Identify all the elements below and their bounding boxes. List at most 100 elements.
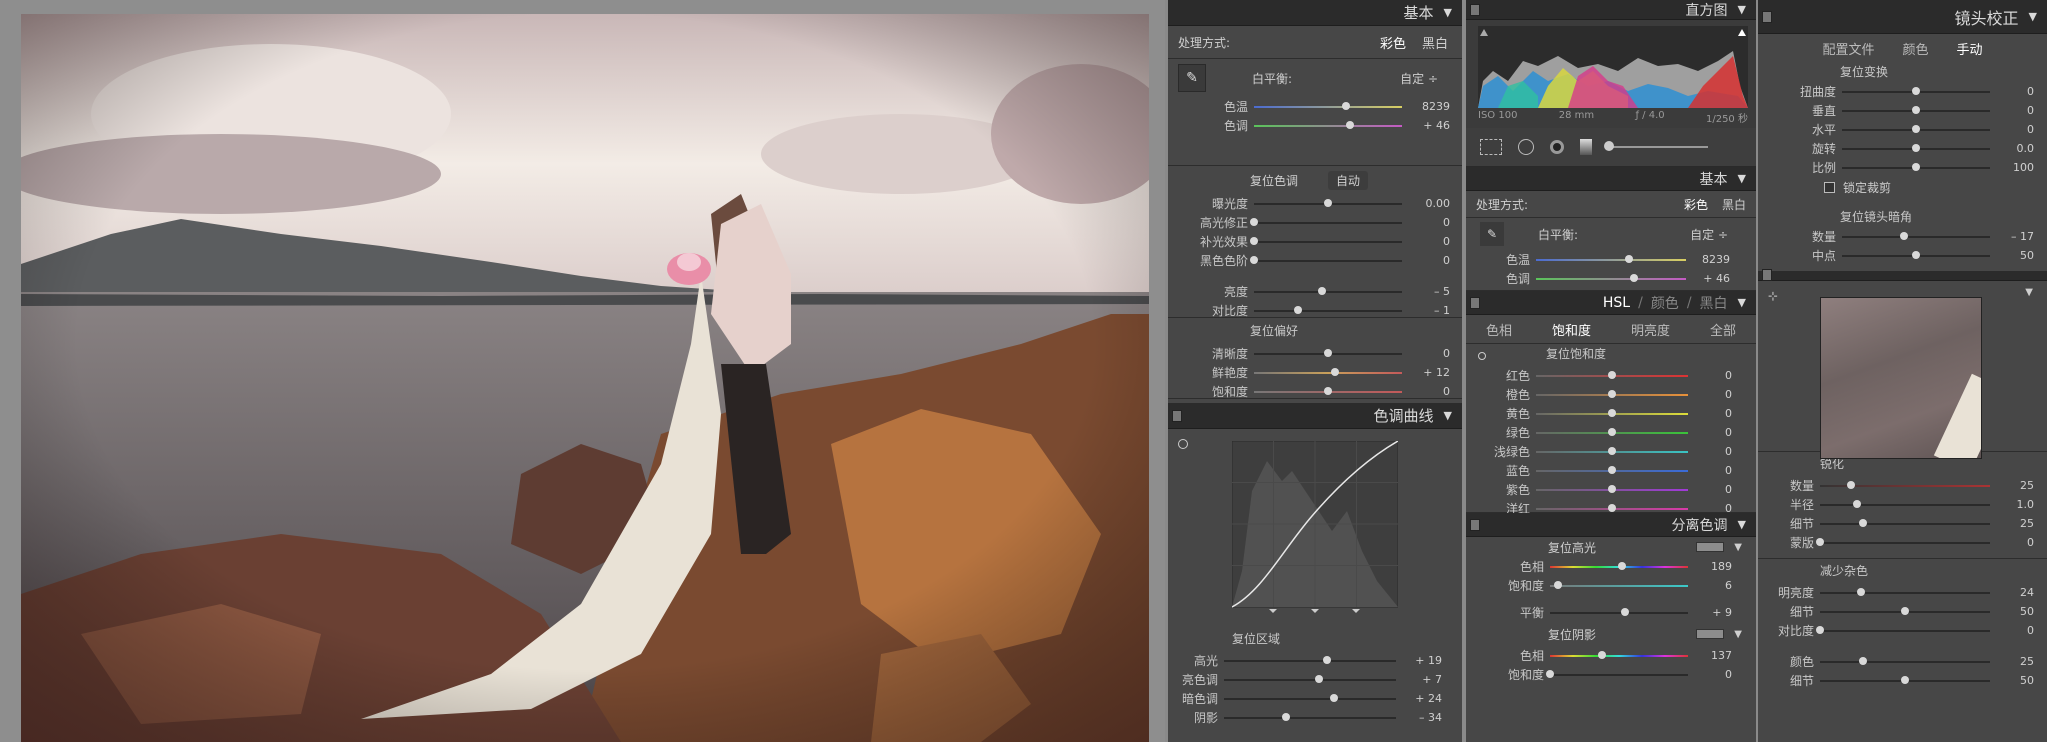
hsl-sub-hue[interactable]: 色相 xyxy=(1486,320,1512,339)
basic2-temp-value[interactable]: 8239 xyxy=(1686,253,1730,266)
blacks-thumb[interactable] xyxy=(1250,255,1258,264)
hsl-row[interactable]: 紫色 0 xyxy=(1466,480,1756,499)
auto-tone-button[interactable]: 自动 xyxy=(1328,170,1369,190)
hsl-row[interactable]: 红色 0 xyxy=(1466,366,1756,385)
detail-disclosure-icon[interactable]: ▼ xyxy=(2025,287,2033,298)
hsl-row-thumb[interactable] xyxy=(1608,370,1616,379)
exposure-thumb[interactable] xyxy=(1324,198,1332,207)
basic2-wb-select[interactable]: 自定 ÷ xyxy=(1690,226,1728,243)
vignette-amount-value[interactable]: – 17 xyxy=(1990,230,2034,243)
hsl-sub-saturation[interactable]: 饱和度 xyxy=(1552,320,1591,339)
hsl-row-track[interactable] xyxy=(1536,427,1688,436)
st-balance-track[interactable] xyxy=(1550,607,1688,616)
sharpen-detail-value[interactable]: 25 xyxy=(1990,517,2034,530)
saturation-thumb[interactable] xyxy=(1324,386,1332,395)
panel-toggle-icon[interactable] xyxy=(1470,296,1480,309)
hsl-row-track[interactable] xyxy=(1536,370,1688,379)
tc-darks-thumb[interactable] xyxy=(1330,693,1339,702)
sharpen-radius-track[interactable] xyxy=(1820,499,1990,508)
collapse-triangle-icon[interactable]: ▼ xyxy=(1738,3,1746,16)
lens-scale-thumb[interactable] xyxy=(1912,162,1920,171)
tc-lights-track[interactable] xyxy=(1224,674,1396,683)
st-sh-hue-track[interactable] xyxy=(1550,650,1688,659)
vignette-midpoint-value[interactable]: 50 xyxy=(1990,249,2034,262)
sharpen-detail-thumb[interactable] xyxy=(1858,518,1867,527)
basic-header[interactable]: 基本 ▼ xyxy=(1168,0,1462,26)
st-hl-sat-thumb[interactable] xyxy=(1554,580,1563,589)
hsl-row[interactable]: 橙色 0 xyxy=(1466,385,1756,404)
blacks-track[interactable] xyxy=(1250,255,1402,264)
lens-vertical-thumb[interactable] xyxy=(1912,105,1920,114)
treatment-bw-option[interactable]: 黑白 xyxy=(1422,33,1448,52)
sharpen-masking-track[interactable] xyxy=(1816,537,1990,546)
hsl-row-value[interactable]: 0 xyxy=(1688,464,1732,477)
hsl-reset-button[interactable]: 复位饱和度 xyxy=(1466,344,1756,366)
tc-shadows-track[interactable] xyxy=(1224,712,1396,721)
sharpen-amount-track[interactable] xyxy=(1820,480,1990,489)
lens-rotate-thumb[interactable] xyxy=(1912,143,1920,152)
hsl-row-thumb[interactable] xyxy=(1608,484,1616,493)
lens-horizontal-thumb[interactable] xyxy=(1912,124,1920,133)
reset-shadows-button[interactable]: 复位阴影 xyxy=(1548,626,1596,643)
hsl-row[interactable]: 浅绿色 0 xyxy=(1466,442,1756,461)
panel-toggle-icon[interactable] xyxy=(1762,269,1772,281)
st-hl-hue-track[interactable] xyxy=(1550,561,1688,570)
fill-light-track[interactable] xyxy=(1250,236,1402,245)
sharpen-detail-track[interactable] xyxy=(1820,518,1990,527)
temp-track[interactable] xyxy=(1254,101,1402,110)
vignette-midpoint-track[interactable] xyxy=(1842,250,1990,259)
st-sh-sat-track[interactable] xyxy=(1546,669,1688,678)
basic2-bw-option[interactable]: 黑白 xyxy=(1722,196,1746,213)
reset-region-button[interactable]: 复位区域 xyxy=(1168,629,1462,651)
sharpen-amount-value[interactable]: 25 xyxy=(1990,479,2034,492)
crop-overlay-icon[interactable] xyxy=(1480,139,1502,155)
red-eye-icon[interactable] xyxy=(1550,140,1564,154)
adjustment-brush-icon[interactable] xyxy=(1604,141,1708,151)
collapse-triangle-icon[interactable]: ▼ xyxy=(1444,6,1452,19)
tint-slider-row[interactable]: 色调 + 46 xyxy=(1168,116,1462,135)
vignette-amount-track[interactable] xyxy=(1842,231,1990,240)
hsl-row-value[interactable]: 0 xyxy=(1688,426,1732,439)
lens-rotate-track[interactable] xyxy=(1842,143,1990,152)
vignette-midpoint-thumb[interactable] xyxy=(1912,250,1920,259)
nr-luminance-track[interactable] xyxy=(1820,587,1990,596)
wedding-photo[interactable] xyxy=(21,14,1149,742)
lens-rotate-value[interactable]: 0.0 xyxy=(1990,142,2035,155)
contrast-thumb[interactable] xyxy=(1294,305,1303,314)
graduated-filter-icon[interactable] xyxy=(1580,139,1592,155)
sharpen-masking-thumb[interactable] xyxy=(1816,537,1824,546)
st-sh-hue-value[interactable]: 137 xyxy=(1688,649,1732,662)
st-sh-sat-thumb[interactable] xyxy=(1546,669,1554,678)
lens-distortion-track[interactable] xyxy=(1842,86,1990,95)
hsl-target-icon[interactable] xyxy=(1478,352,1486,360)
lens-header[interactable]: 镜头校正 ▼ xyxy=(1758,0,2047,34)
hsl-bw-tab[interactable]: 黑白 xyxy=(1700,293,1728,313)
spot-removal-icon[interactable] xyxy=(1518,139,1534,155)
temp-value[interactable]: 8239 xyxy=(1402,100,1450,113)
highlight-color-swatch[interactable] xyxy=(1696,542,1725,552)
tc-lights-value[interactable]: + 7 xyxy=(1396,673,1442,686)
st-sh-hue-thumb[interactable] xyxy=(1598,650,1607,659)
hsl-row-thumb[interactable] xyxy=(1608,503,1616,512)
hsl-row-value[interactable]: 0 xyxy=(1688,445,1732,458)
contrast-track[interactable] xyxy=(1254,305,1402,314)
hsl-row-thumb[interactable] xyxy=(1608,408,1616,417)
nr-color-detail-track[interactable] xyxy=(1820,675,1990,684)
hsl-row-track[interactable] xyxy=(1536,446,1688,455)
detail-preview[interactable] xyxy=(1820,297,1982,459)
highlight-disclosure-icon[interactable]: ▼ xyxy=(1734,542,1742,553)
nr-color-detail-value[interactable]: 50 xyxy=(1990,674,2034,687)
nr-color-thumb[interactable] xyxy=(1858,656,1867,665)
lens-scale-track[interactable] xyxy=(1842,162,1990,171)
hsl-row-track[interactable] xyxy=(1536,465,1688,474)
tint-value[interactable]: + 46 xyxy=(1402,119,1450,132)
nr-contrast-thumb[interactable] xyxy=(1816,625,1824,634)
collapse-triangle-icon[interactable]: ▼ xyxy=(1444,409,1452,422)
hsl-header[interactable]: HSL / 颜色 / 黑白 ▼ xyxy=(1466,291,1756,315)
clarity-value[interactable]: 0 xyxy=(1402,347,1450,360)
st-balance-value[interactable]: + 9 xyxy=(1688,606,1732,619)
brightness-thumb[interactable] xyxy=(1318,286,1327,295)
fill-light-value[interactable]: 0 xyxy=(1402,235,1450,248)
highlight-recovery-thumb[interactable] xyxy=(1250,217,1258,226)
st-balance-thumb[interactable] xyxy=(1620,607,1629,616)
